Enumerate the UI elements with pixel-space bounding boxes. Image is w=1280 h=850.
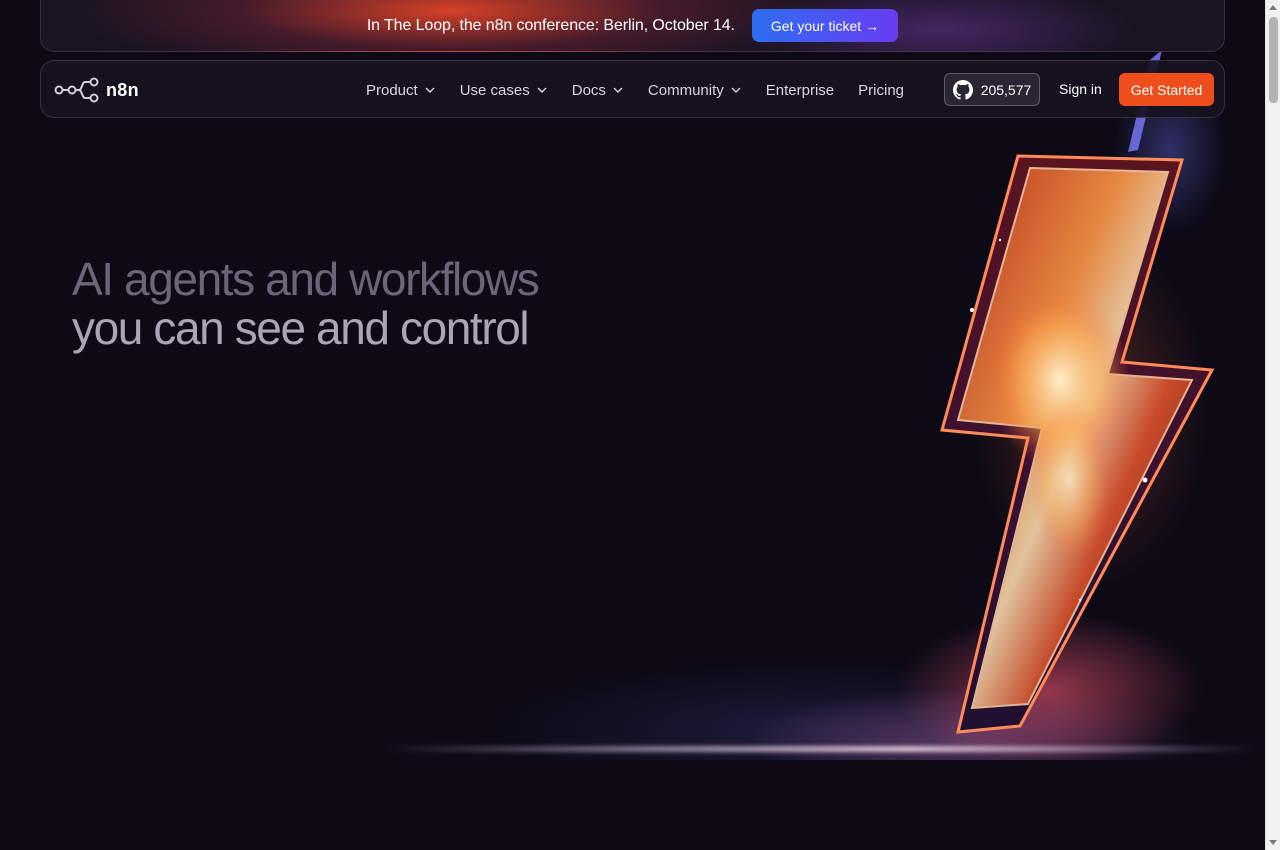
n8n-logo-icon [54, 77, 99, 103]
chevron-down-icon [425, 87, 435, 93]
scroll-down-arrow-icon[interactable] [1269, 840, 1277, 845]
page: In The Loop, the n8n conference: Berlin,… [0, 0, 1280, 850]
github-icon [952, 79, 973, 100]
nav-item-use-cases[interactable]: Use cases [460, 82, 548, 99]
nav-item-docs[interactable]: Docs [572, 82, 624, 99]
chevron-down-icon [613, 87, 623, 93]
main-navigation: n8n Product Use cases Docs Community Ent… [40, 60, 1225, 118]
nav-item-label: Pricing [858, 81, 905, 99]
nav-item-enterprise[interactable]: Enterprise [766, 82, 834, 99]
nav-item-label: Docs [571, 81, 606, 99]
announcement-banner: In The Loop, the n8n conference: Berlin,… [40, 0, 1225, 52]
chevron-down-icon [537, 87, 547, 93]
nav-item-pricing[interactable]: Pricing [858, 82, 904, 99]
n8n-logo[interactable]: n8n [54, 77, 139, 103]
hero-heading-line-1: AI agents and workflows [72, 253, 540, 305]
get-ticket-button[interactable]: Get your ticket → [751, 9, 899, 42]
chevron-down-icon [731, 87, 741, 93]
github-stars-button[interactable]: 205,577 [944, 73, 1040, 106]
logo-text: n8n [106, 79, 139, 100]
banner-text: In The Loop, the n8n conference: Berlin,… [366, 16, 735, 34]
get-started-button[interactable]: Get Started [1119, 73, 1214, 106]
nav-item-product[interactable]: Product [366, 82, 436, 99]
nav-item-label: Enterprise [765, 81, 835, 99]
arrow-right-icon: → [865, 17, 880, 34]
nav-item-label: Product [366, 81, 418, 99]
nav-item-label: Community [647, 81, 724, 99]
ticket-button-label: Get your ticket [770, 17, 862, 34]
nav-menu: Product Use cases Docs Community Enterpr… [366, 61, 904, 119]
nav-item-label: Use cases [459, 81, 530, 99]
sign-in-link[interactable]: Sign in [1059, 81, 1102, 97]
scrollbar-thumb[interactable] [1269, 17, 1278, 103]
hero-heading-line-2: you can see and control [72, 302, 530, 354]
nav-item-community[interactable]: Community [648, 82, 742, 99]
lightning-bolt-illustration [940, 50, 1215, 734]
page-scrollbar[interactable] [1265, 0, 1280, 850]
scroll-up-arrow-icon[interactable] [1269, 5, 1277, 10]
github-star-count: 205,577 [980, 81, 1032, 98]
hero-heading: AI agents and workflows you can see and … [72, 255, 712, 353]
